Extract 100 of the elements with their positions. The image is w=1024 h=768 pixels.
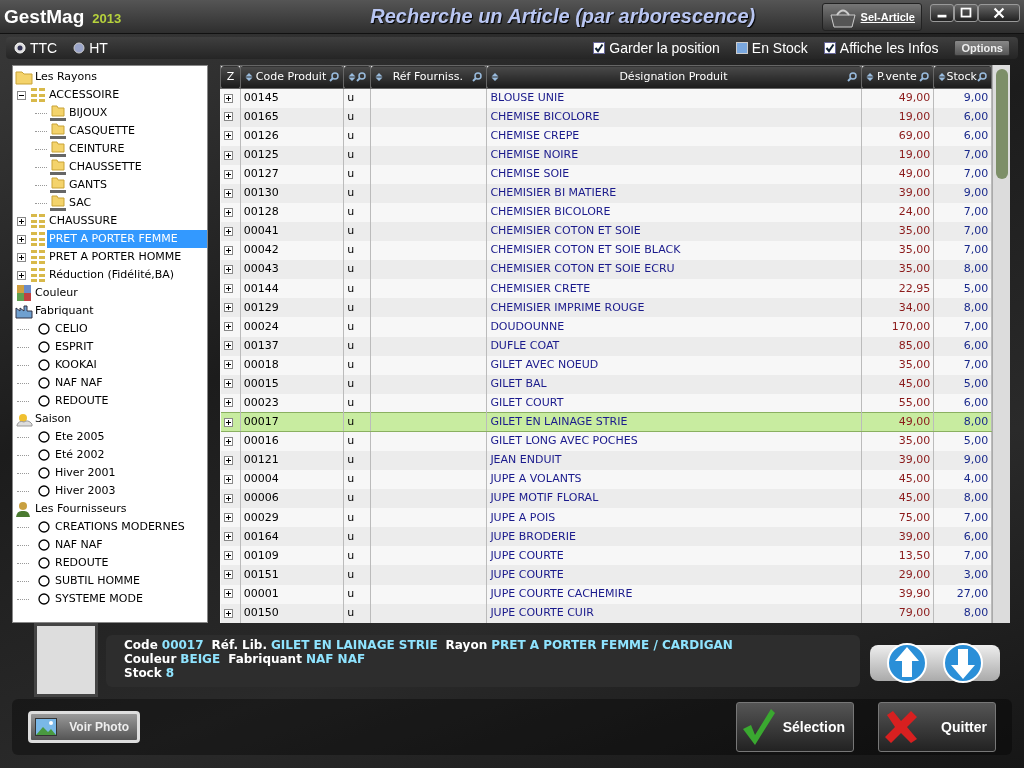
table-row[interactable]: 00043 u CHEMISIER COTON ET SOIE ECRU 35,00 8,00 <box>220 260 992 280</box>
expand-icon[interactable] <box>223 284 233 294</box>
tree-item[interactable]: Ete 2005 <box>53 427 107 447</box>
sort-icon[interactable] <box>244 73 253 81</box>
expand-icon[interactable] <box>223 188 233 198</box>
expand-icon[interactable] <box>223 131 233 141</box>
tree-item[interactable]: SYSTEME MODE <box>53 589 145 609</box>
tree-item[interactable]: Hiver 2003 <box>53 481 118 501</box>
expand-icon[interactable] <box>223 93 233 103</box>
tree-item[interactable]: CEINTURE <box>67 139 127 159</box>
view-photo-button[interactable]: Voir Photo <box>28 711 140 743</box>
table-row[interactable]: 00018 u GILET AVEC NOEUD 35,00 7,00 <box>220 355 992 375</box>
table-row[interactable]: 00015 u GILET BAL 45,00 5,00 <box>220 374 992 394</box>
tree-item[interactable]: Les Rayons <box>33 67 99 87</box>
search-icon[interactable] <box>977 72 988 82</box>
expand-icon[interactable] <box>223 322 233 332</box>
expand-icon[interactable] <box>223 398 233 408</box>
sel-article-button[interactable]: Sel-Article <box>821 2 922 31</box>
tree-item[interactable]: Fabriquant <box>33 301 96 321</box>
expand-icon[interactable] <box>223 417 233 427</box>
expand-icon[interactable] <box>223 474 233 484</box>
tree-item[interactable]: Couleur <box>33 283 80 303</box>
table-row[interactable]: 00151 u JUPE COURTE 29,00 3,00 <box>220 565 992 585</box>
search-icon[interactable] <box>847 72 858 82</box>
tree-item[interactable]: REDOUTE <box>53 553 111 573</box>
selection-button[interactable]: Sélection <box>736 702 854 752</box>
sort-icon[interactable] <box>938 73 947 81</box>
radio-button[interactable] <box>73 42 86 54</box>
expand-icon[interactable] <box>223 150 233 160</box>
expand-icon[interactable] <box>223 551 233 561</box>
table-row[interactable]: 00016 u GILET LONG AVEC POCHES 35,00 5,00 <box>220 431 992 451</box>
expand-icon[interactable] <box>223 341 233 351</box>
expand-icon[interactable] <box>223 436 233 446</box>
expand-icon[interactable] <box>17 252 26 262</box>
table-row[interactable]: 00145 u BLOUSE UNIE 49,00 9,00 <box>220 88 992 108</box>
table-row[interactable]: 00130 u CHEMISIER BI MATIERE 39,00 9,00 <box>220 183 992 203</box>
tree-item[interactable]: NAF NAF <box>53 535 105 555</box>
table-row[interactable]: 00126 u CHEMISE CREPE 69,00 6,00 <box>220 126 992 146</box>
expand-icon[interactable] <box>17 216 26 226</box>
expand-icon[interactable] <box>223 493 233 503</box>
tree-item[interactable]: CHAUSSETTE <box>67 157 144 177</box>
tree-item[interactable]: Saison <box>33 409 74 429</box>
tree-item[interactable]: SUBTIL HOMME <box>53 571 143 591</box>
expand-icon[interactable] <box>223 112 233 122</box>
table-row[interactable]: 00164 u JUPE BRODERIE 39,00 6,00 <box>220 527 992 547</box>
sort-icon[interactable] <box>866 73 875 81</box>
table-row[interactable]: 00001 u JUPE COURTE CACHEMIRE 39,90 27,00 <box>220 584 992 604</box>
tree-item[interactable]: ACCESSOIRE <box>47 85 122 105</box>
maximize-icon[interactable] <box>954 4 978 22</box>
options-button[interactable]: Options <box>954 40 1010 56</box>
table-row[interactable]: 00121 u JEAN ENDUIT 39,00 9,00 <box>220 451 992 471</box>
tree-item[interactable]: GANTS <box>67 175 109 195</box>
expand-icon[interactable] <box>223 207 233 217</box>
expand-icon[interactable] <box>223 513 233 522</box>
tree-item[interactable]: KOOKAI <box>53 355 99 375</box>
expand-icon[interactable] <box>223 379 233 389</box>
tree-item[interactable]: CHAUSSURE <box>47 211 120 231</box>
table-row[interactable]: 00017 u GILET EN LAINAGE STRIE 49,00 8,00 <box>220 412 992 432</box>
table-row[interactable]: 00041 u CHEMISIER COTON ET SOIE 35,00 7,00 <box>220 222 992 242</box>
tree-item[interactable]: Hiver 2001 <box>53 463 118 483</box>
checkbox[interactable] <box>823 42 836 54</box>
tree-item[interactable]: Eté 2002 <box>53 445 107 465</box>
sort-icon[interactable] <box>491 73 500 81</box>
tree-item[interactable]: Réduction (Fidélité,BA) <box>47 265 177 285</box>
tree-item[interactable]: SAC <box>67 193 94 213</box>
expand-icon[interactable] <box>223 532 233 542</box>
search-icon[interactable] <box>329 72 340 82</box>
expand-icon[interactable] <box>17 234 26 244</box>
scrollbar[interactable] <box>992 65 1010 623</box>
checkbox[interactable] <box>593 42 606 54</box>
table-row[interactable]: 00125 u CHEMISE NOIRE 19,00 7,00 <box>220 145 992 165</box>
expand-icon[interactable] <box>223 608 233 618</box>
table-row[interactable]: 00129 u CHEMISIER IMPRIME ROUGE 34,00 8,00 <box>220 298 992 318</box>
tree-item[interactable]: Les Fournisseurs <box>33 499 129 519</box>
table-row[interactable]: 00006 u JUPE MOTIF FLORAL 45,00 8,00 <box>220 489 992 509</box>
tree-item[interactable]: CELIO <box>53 319 90 339</box>
sort-icon[interactable] <box>375 73 384 81</box>
expand-icon[interactable] <box>17 270 26 280</box>
expand-icon[interactable] <box>223 455 233 465</box>
search-icon[interactable] <box>919 72 930 82</box>
sort-icon[interactable] <box>348 73 357 81</box>
search-icon[interactable] <box>472 72 483 82</box>
tree-item[interactable]: PRET A PORTER HOMME <box>47 247 184 267</box>
table-row[interactable]: 00165 u CHEMISE BICOLORE 19,00 6,00 <box>220 107 992 127</box>
expand-icon[interactable] <box>223 589 233 599</box>
close-icon[interactable] <box>978 4 1020 22</box>
expand-icon[interactable] <box>223 360 233 370</box>
expand-icon[interactable] <box>223 169 233 179</box>
tree-item[interactable]: BIJOUX <box>67 103 110 123</box>
scrollbar-thumb[interactable] <box>995 69 1008 179</box>
table-row[interactable]: 00137 u DUFLE COAT 85,00 6,00 <box>220 336 992 356</box>
table-row[interactable]: 00127 u CHEMISE SOIE 49,00 7,00 <box>220 164 992 184</box>
tree-item[interactable]: CASQUETTE <box>67 121 138 141</box>
expand-icon[interactable] <box>223 226 233 236</box>
quit-button[interactable]: Quitter <box>878 702 996 752</box>
expand-icon[interactable] <box>223 303 233 313</box>
tree-item[interactable]: REDOUTE <box>53 391 111 411</box>
expand-icon[interactable] <box>223 245 233 255</box>
minimize-icon[interactable] <box>930 4 954 22</box>
expand-icon[interactable] <box>223 265 233 274</box>
